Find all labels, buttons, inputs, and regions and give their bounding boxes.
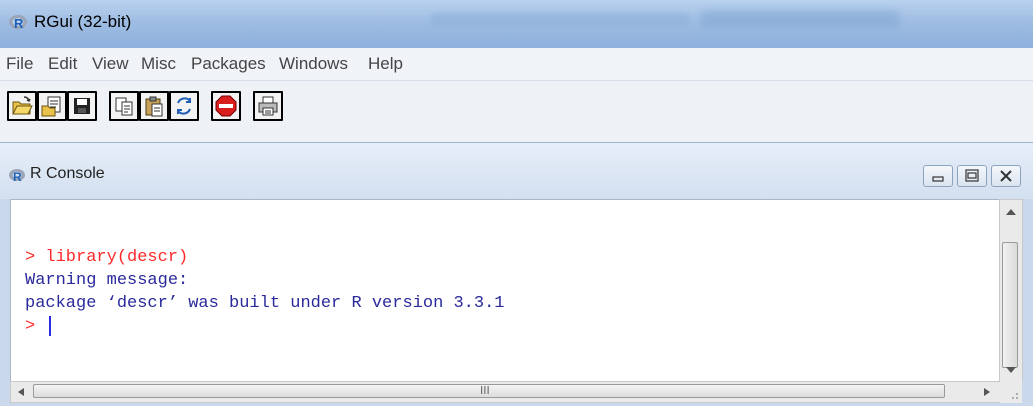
open-script-icon [12,96,33,115]
r-logo-icon: R [9,169,25,183]
copy-paste-icon [177,97,191,115]
toolbar [0,81,1033,131]
open-script-button[interactable] [7,91,37,121]
menu-help[interactable]: Help [368,54,403,74]
svg-text:R: R [13,170,22,183]
load-workspace-button[interactable] [37,91,67,121]
save-workspace-icon [74,98,90,114]
save-workspace-button[interactable] [67,91,97,121]
r-console-title-bar[interactable]: R R Console [0,143,1033,199]
load-workspace-icon [41,96,61,117]
scroll-grip: III [480,384,490,397]
title-bar-background-blur [430,13,690,27]
menu-file[interactable]: File [6,54,33,74]
svg-text:R: R [14,16,24,31]
close-icon [1000,170,1012,182]
close-button[interactable] [991,165,1021,187]
console-output-line: package ‘descr’ was built under R versio… [25,294,505,313]
resize-grip-icon [1012,393,1018,399]
copy-button[interactable] [109,91,139,121]
menu-packages[interactable]: Packages [191,54,266,74]
paste-button[interactable] [139,91,169,121]
text-cursor [49,316,51,336]
scroll-right-arrow-icon[interactable] [983,387,991,397]
scroll-up-arrow-icon[interactable] [1005,208,1017,216]
app-title: RGui (32-bit) [34,12,132,31]
scroll-left-arrow-icon[interactable] [17,387,25,397]
menu-edit[interactable]: Edit [48,54,77,74]
r-console-title: R Console [30,165,105,182]
stop-button[interactable] [211,91,241,121]
console-output[interactable]: > library(descr) Warning message: packag… [10,199,1000,382]
minimize-icon [932,176,944,182]
copy-paste-button[interactable] [169,91,199,121]
r-console-window: R R Console > library(descr) Warning mes… [0,142,1033,406]
minimize-button[interactable] [923,165,953,187]
rgui-window: R RGui (32-bit) File Edit View Misc Pack… [0,0,1033,406]
r-logo-icon: R [9,15,27,31]
size-grip[interactable] [1000,381,1022,403]
menu-view[interactable]: View [92,54,129,74]
menu-misc[interactable]: Misc [141,54,176,74]
horizontal-scroll-thumb[interactable]: III [33,384,945,398]
menu-bar: File Edit View Misc Packages Windows Hel… [0,48,1033,81]
console-input-line: > library(descr) [25,248,189,267]
title-bar-background-blur [700,10,900,28]
stop-icon [215,95,237,117]
print-icon [258,96,278,116]
console-prompt[interactable]: > [25,317,45,336]
restore-button[interactable] [957,165,987,187]
menu-windows[interactable]: Windows [279,54,348,74]
scroll-down-arrow-icon[interactable] [1005,366,1017,374]
title-bar[interactable]: R RGui (32-bit) [0,0,1033,49]
print-button[interactable] [253,91,283,121]
vertical-scroll-thumb[interactable] [1002,242,1018,368]
horizontal-scrollbar[interactable]: III [10,381,1001,403]
copy-icon [115,97,133,116]
vertical-scrollbar[interactable] [999,199,1023,382]
console-output-line: Warning message: [25,271,189,290]
paste-icon [145,96,163,117]
restore-icon [965,169,979,182]
